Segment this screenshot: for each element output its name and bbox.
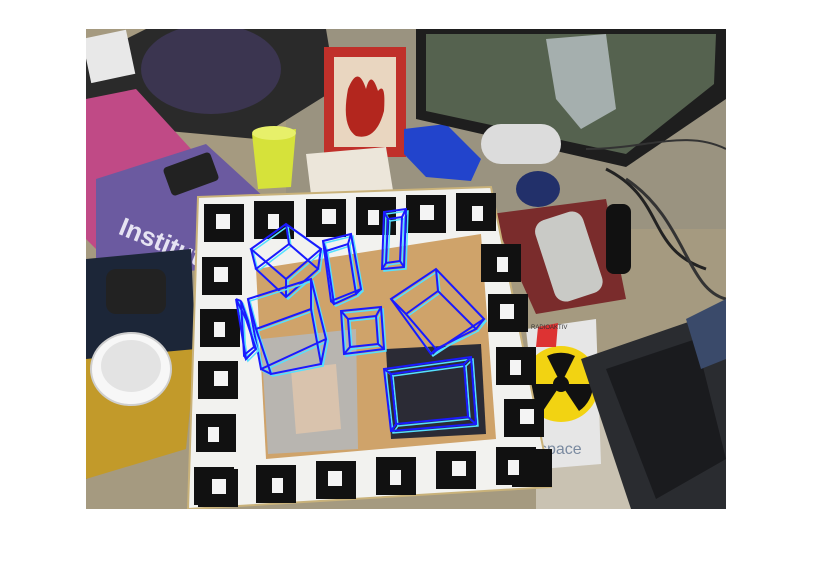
fiducial-marker-pattern: [510, 360, 521, 375]
fiducial-marker-pattern: [420, 205, 434, 220]
fiducial-marker-pattern: [520, 409, 534, 424]
fiducial-marker-pattern: [214, 371, 228, 386]
fiducial-marker-pattern: [452, 461, 466, 476]
fiducial-marker-pattern: [508, 460, 519, 475]
fiducial-marker-pattern: [368, 210, 379, 225]
fiducial-marker-pattern: [214, 322, 225, 337]
fiducial-marker-pattern: [268, 214, 279, 229]
fiducial-marker-pattern: [500, 304, 514, 319]
radiation-sign-text: RADIOAKTIV: [531, 325, 567, 331]
figure-canvas: Institute space RADIOAKTIV: [0, 0, 814, 573]
fiducial-marker-pattern: [208, 427, 219, 442]
fiducial-marker-pattern: [472, 206, 483, 221]
monitor-stand: [481, 124, 561, 164]
gamepad: [106, 269, 166, 314]
fiducial-marker-pattern: [322, 209, 336, 224]
fiducial-marker-pattern: [272, 478, 283, 493]
fiducial-marker-pattern: [497, 257, 508, 272]
photo-svg: Institute space RADIOAKTIV: [86, 29, 726, 509]
fiducial-marker-pattern: [212, 479, 226, 494]
face-photo: [291, 364, 341, 434]
yellow-cup-rim: [252, 126, 296, 140]
tabletop-photo: Institute space RADIOAKTIV: [86, 29, 726, 509]
fiducial-marker-pattern: [328, 471, 342, 486]
black-tool: [606, 204, 631, 274]
fiducial-marker-pattern: [214, 267, 228, 282]
blue-mug: [516, 171, 560, 207]
bowl-inner: [101, 340, 161, 392]
detection-box-8-edge: [245, 318, 249, 322]
fiducial-marker-pattern: [390, 470, 401, 485]
detection-box-8-edge: [253, 346, 257, 350]
fiducial-marker-pattern: [216, 214, 230, 229]
